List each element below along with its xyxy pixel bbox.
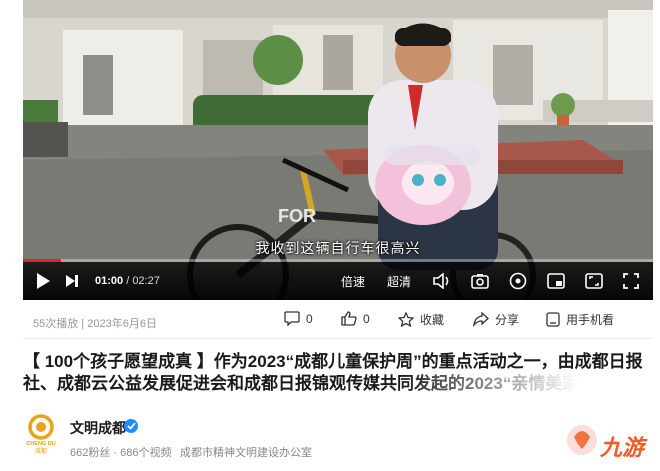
danmaku-icon[interactable] (509, 272, 527, 290)
play-count: 55次播放 (33, 318, 79, 330)
play-icon[interactable] (35, 272, 51, 290)
comment-button[interactable]: 0 (284, 311, 313, 326)
share-button[interactable]: 分享 (473, 311, 519, 328)
speed-button[interactable]: 倍速 (341, 273, 365, 290)
star-icon (398, 312, 414, 327)
time-separator: / (123, 275, 133, 287)
quality-button[interactable]: 超清 (387, 273, 411, 290)
sun-logo-icon: CHENG DU 成都 (26, 414, 56, 455)
like-count: 0 (363, 311, 370, 326)
publish-date: 2023年6月6日 (87, 318, 157, 330)
time-current: 01:00 (95, 275, 124, 287)
time-display: 01:00 / 02:27 (95, 275, 160, 287)
share-label: 分享 (495, 313, 520, 327)
video-meta: 55次播放 | 2023年6月6日 (33, 315, 157, 331)
watch-on-phone-button[interactable]: 用手机看 (546, 311, 614, 328)
thumbs-up-icon (341, 311, 357, 326)
comment-icon (284, 311, 300, 326)
watermark-text: 九游 (600, 435, 645, 460)
phone-label: 用手机看 (566, 313, 615, 327)
channel-stats: 662粉丝 · 686个视频 (70, 447, 172, 459)
svg-text:成都: 成都 (35, 447, 47, 455)
description-line-1: 【 100个孩子愿望成真 】作为2023“成都儿童保护周”的重点活动之一，由成都… (23, 352, 643, 371)
svg-text:FOR: FOR (278, 206, 316, 226)
widescreen-icon[interactable] (585, 273, 603, 289)
player-controls: 01:00 / 02:27 倍速 超清 (23, 262, 653, 300)
channel-name[interactable]: 文明成都 (70, 418, 126, 438)
divider (23, 338, 653, 339)
share-icon (473, 312, 489, 327)
svg-text:CHENG DU: CHENG DU (26, 441, 55, 447)
next-icon[interactable] (65, 274, 79, 288)
comment-count: 0 (306, 311, 313, 326)
meta-separator: | (78, 318, 88, 330)
volume-icon[interactable] (433, 273, 451, 289)
like-button[interactable]: 0 (341, 311, 370, 326)
video-player[interactable]: FOR 我收到这辆自行车很高兴 01:00 / 02:27 倍速 超清 (23, 0, 653, 300)
fullscreen-icon[interactable] (623, 273, 639, 289)
phone-icon (546, 312, 560, 327)
description-fade (400, 373, 655, 397)
channel-logo[interactable]: CHENG DU 成都 (26, 414, 56, 456)
screenshot-icon[interactable] (471, 273, 489, 289)
time-total: 02:27 (132, 275, 160, 287)
channel-organization: 成都市精神文明建设办公室 (180, 447, 312, 459)
verified-icon (124, 419, 138, 433)
video-stats-row: 55次播放 | 2023年6月6日 0 0 收藏 分享 用手机看 (33, 311, 653, 331)
pip-icon[interactable] (547, 273, 565, 289)
video-subtitle: 我收到这辆自行车很高兴 (255, 240, 421, 256)
favorite-button[interactable]: 收藏 (398, 311, 444, 328)
favorite-label: 收藏 (420, 313, 445, 327)
